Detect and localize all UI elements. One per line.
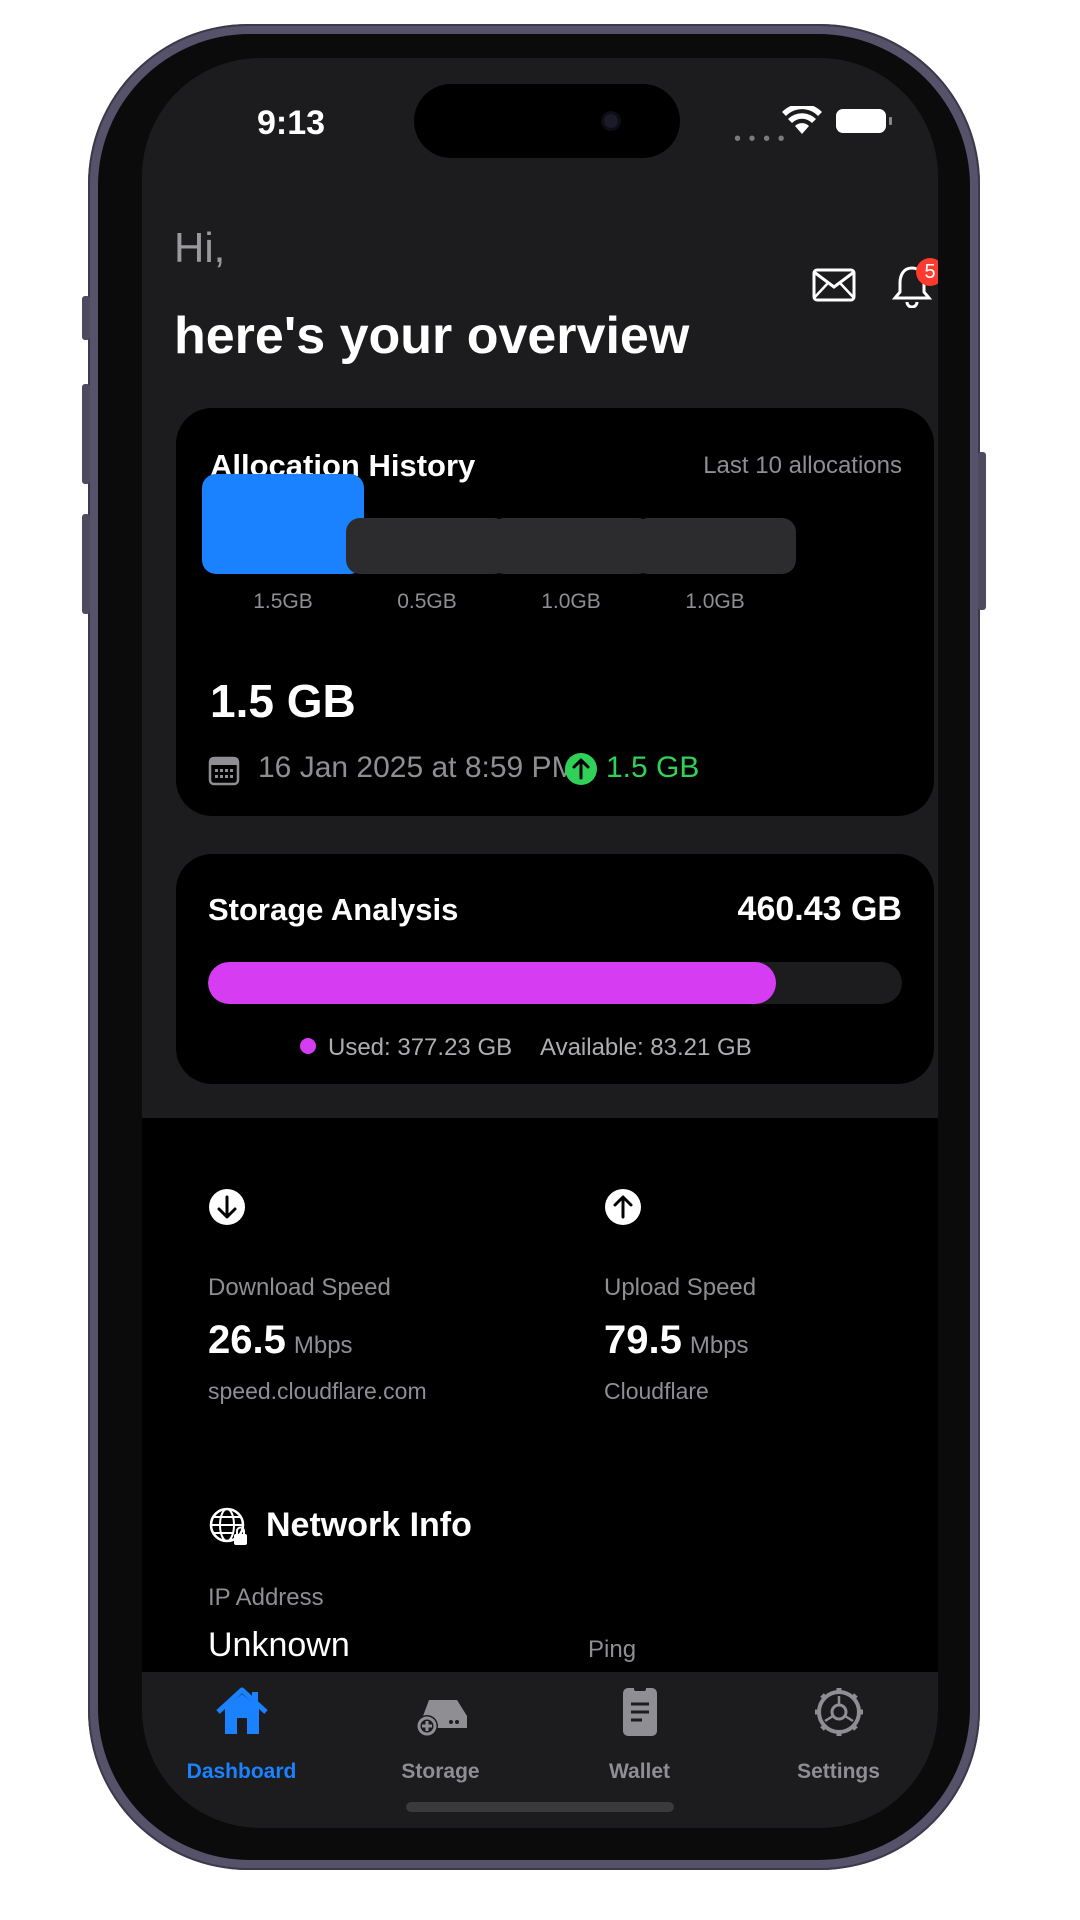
tab-settings[interactable]: Settings — [739, 1672, 938, 1792]
status-time: 9:13 — [257, 104, 326, 142]
allocation-change: 1.5 GB — [606, 751, 700, 784]
camera-icon — [604, 114, 618, 128]
upload-speed-value: 79.5 Mbps — [604, 1318, 749, 1363]
home-indicator[interactable] — [406, 1802, 674, 1812]
volume-up-button — [82, 384, 90, 484]
dynamic-island — [414, 84, 680, 158]
download-speed-unit: Mbps — [293, 1332, 353, 1359]
mute-switch — [82, 296, 90, 340]
wifi-icon — [782, 106, 822, 134]
tab-wallet[interactable]: Wallet — [540, 1672, 739, 1792]
allocation-bar-label: 1.5GB — [253, 590, 313, 613]
allocation-bar[interactable] — [490, 518, 652, 574]
allocation-bar[interactable] — [634, 518, 796, 574]
gear-icon — [815, 1688, 863, 1736]
ip-address-value: Unknown — [208, 1626, 350, 1664]
wallet-icon — [623, 1685, 657, 1736]
battery-icon — [836, 109, 892, 133]
home-icon — [216, 1687, 268, 1734]
allocation-bar-label: 1.0GB — [685, 590, 745, 613]
globe-lock-icon — [209, 1507, 247, 1545]
storage-icon — [416, 1700, 467, 1737]
upload-speed-source: Cloudflare — [604, 1378, 709, 1404]
ping-label: Ping — [588, 1636, 637, 1663]
calendar-icon — [208, 756, 240, 786]
tab-dashboard-label: Dashboard — [186, 1760, 297, 1783]
storage-used-label: Used: 377.23 GB — [328, 1034, 513, 1061]
mail-icon[interactable] — [812, 268, 856, 302]
upload-speed-card[interactable]: Upload Speed 79.5 Mbps Cloudflare — [572, 1154, 934, 1432]
arrow-up-circle-icon — [605, 1189, 641, 1225]
upload-speed-number: 79.5 — [604, 1318, 682, 1362]
allocation-bar-label: 0.5GB — [397, 590, 457, 613]
ip-address-label: IP Address — [208, 1584, 324, 1611]
upload-speed-label: Upload Speed — [604, 1274, 757, 1301]
greeting: Hi, — [174, 224, 226, 271]
volume-down-button — [82, 514, 90, 614]
tab-settings-label: Settings — [797, 1760, 880, 1783]
storage-total: 460.43 GB — [737, 890, 902, 928]
notification-badge: 5 — [916, 258, 938, 286]
storage-available-label: Available: 83.21 GB — [540, 1034, 752, 1061]
download-speed-card[interactable]: Download Speed 26.5 Mbps speed.cloudflare… — [176, 1154, 538, 1432]
tab-storage-label: Storage — [401, 1760, 480, 1783]
allocation-history-subtitle: Last 10 allocations — [703, 452, 902, 479]
allocation-bar-label: 1.0GB — [541, 590, 601, 613]
upload-speed-unit: Mbps — [689, 1332, 749, 1359]
storage-used-legend: Used: 377.23 GB — [300, 1034, 512, 1062]
download-speed-number: 26.5 — [208, 1318, 286, 1362]
allocation-bar[interactable] — [202, 474, 364, 574]
arrow-down-circle-icon — [209, 1189, 245, 1225]
download-speed-source: speed.cloudflare.com — [208, 1378, 427, 1404]
download-speed-value: 26.5 Mbps — [208, 1318, 353, 1363]
tab-wallet-label: Wallet — [608, 1760, 671, 1783]
allocation-bar[interactable] — [346, 518, 508, 574]
tab-dashboard[interactable]: Dashboard — [142, 1672, 341, 1792]
download-speed-label: Download Speed — [208, 1274, 391, 1301]
storage-analysis-title: Storage Analysis — [208, 892, 459, 927]
storage-analysis-card: Storage Analysis 460.43 GB Used: 377.23 … — [176, 854, 934, 1084]
page-title: here's your overview — [174, 307, 690, 365]
cellular-signal-icon: • • • • — [734, 128, 786, 150]
allocation-date: 16 Jan 2025 at 8:59 PM — [258, 751, 577, 784]
tab-storage[interactable]: Storage — [341, 1672, 540, 1792]
power-button — [978, 452, 986, 610]
network-info-title: Network Info — [266, 1506, 472, 1544]
storage-progress-track — [208, 962, 902, 1004]
app-screen: 9:13 • • • • Hi, here's your overview 5 … — [142, 58, 938, 1828]
used-dot-icon — [300, 1038, 316, 1054]
arrow-up-circle-icon — [565, 753, 597, 785]
selected-allocation-value: 1.5 GB — [210, 675, 356, 727]
storage-used-fill — [208, 962, 777, 1004]
allocation-history-card: Allocation History Last 10 allocations 1… — [176, 408, 934, 816]
